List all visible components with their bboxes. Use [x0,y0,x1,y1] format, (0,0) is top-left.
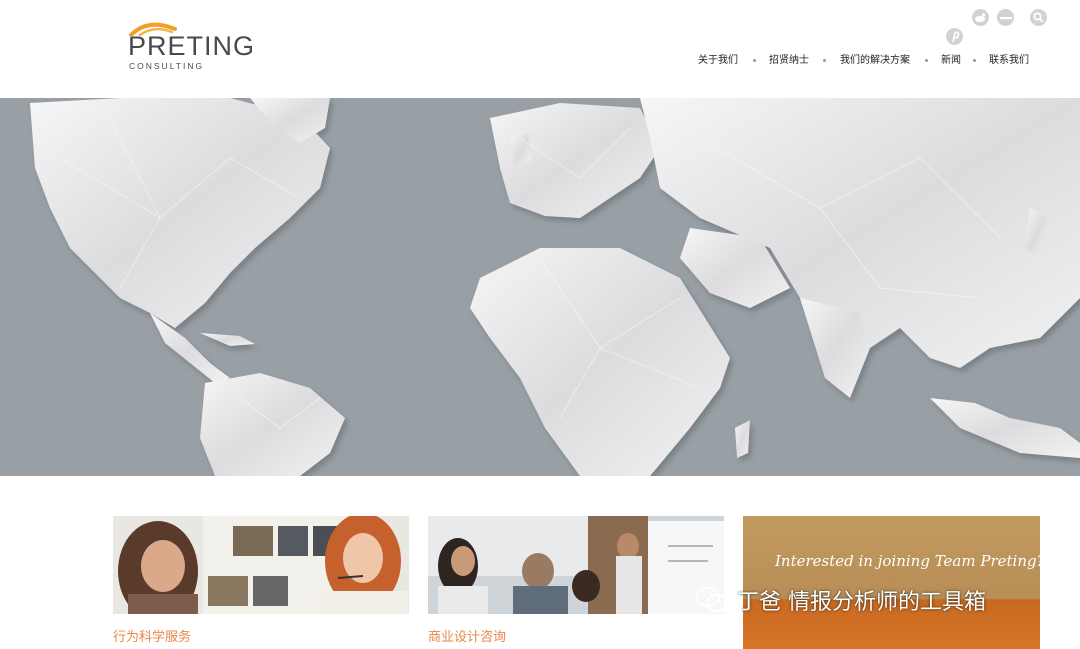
card-caption[interactable]: 商业设计咨询 [428,626,506,645]
wechat-watermark: 丁爸 情报分析师的工具箱 [695,582,986,618]
social-links [944,8,1054,48]
hero-world-map [0,98,1080,476]
nav-item-careers[interactable]: 招贤纳士 [769,54,809,68]
nav-item-contact[interactable]: 联系我们 [989,54,1029,68]
nav-item-about[interactable]: 关于我们 [698,54,738,68]
minus-icon[interactable] [997,9,1014,26]
card-image-whiteboard-meeting[interactable] [428,516,724,614]
card-image-women-office[interactable] [113,516,409,614]
nav-separator [753,59,756,62]
card-caption[interactable]: 行为科学服务 [113,626,191,645]
nav-item-solutions[interactable]: 我们的解决方案 [840,54,910,68]
site-header: PRETING CONSULTING 关于我们 招贤纳士 我们的解决方案 新闻 … [0,0,1080,98]
promo-text[interactable]: Interested in joining Team Preting? [775,552,1040,570]
main-nav: 关于我们 招贤纳士 我们的解决方案 新闻 联系我们 [0,54,1080,70]
wechat-icon [696,587,728,612]
nav-separator [925,59,928,62]
nav-separator [823,59,826,62]
watermark-text: 丁爸 情报分析师的工具箱 [737,590,986,615]
search-icon[interactable] [1030,9,1047,26]
nav-item-news[interactable]: 新闻 [941,54,961,68]
world-map-illustration [0,98,1080,476]
nav-separator [973,59,976,62]
weibo-icon[interactable] [972,9,989,26]
pinterest-icon[interactable] [946,28,963,45]
